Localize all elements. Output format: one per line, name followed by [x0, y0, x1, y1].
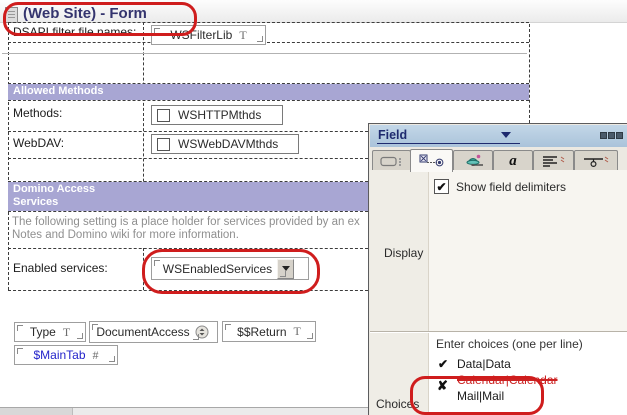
field-properties-infobox: Field — [368, 123, 627, 415]
alignment-lines-icon — [541, 155, 567, 168]
table-border — [8, 158, 368, 159]
table-border — [8, 290, 368, 291]
field-delimiter-icon — [193, 334, 199, 340]
dsapi-filter-label: DSAPI filter file names: — [13, 25, 136, 39]
table-border — [8, 248, 368, 249]
description-text: The following setting is a place holder … — [12, 216, 367, 244]
choice-item-mail[interactable]: Mail|Mail — [457, 389, 504, 403]
table-border — [8, 211, 368, 212]
field-wsenabledservices[interactable]: WSEnabledServices — [151, 257, 309, 280]
field-type[interactable]: Type T — [14, 322, 86, 342]
methods-label: Methods: — [13, 106, 62, 120]
field-name: DocumentAccess — [96, 325, 189, 339]
choices-header: Enter choices (one per line) — [436, 337, 583, 351]
field-name: $$Return — [237, 325, 286, 339]
infobox-title[interactable]: Field — [378, 128, 407, 142]
title-underline — [377, 143, 520, 144]
tab-advanced[interactable] — [453, 150, 493, 171]
tab-paragraph-margins[interactable] — [574, 150, 618, 171]
tab-stop-icon — [582, 155, 610, 168]
field-name: WSWebDAVMthds — [178, 137, 278, 151]
control-icon — [419, 154, 445, 168]
field-delimiter-icon — [257, 36, 263, 42]
table-border — [8, 22, 9, 290]
field-delimiter-icon — [154, 28, 160, 34]
field-wsfilterlib[interactable]: WSFilterLib T — [151, 25, 266, 45]
checkbox-icon[interactable] — [157, 138, 170, 151]
field-return[interactable]: $$Return T — [222, 321, 316, 342]
field-delimiter-icon — [17, 325, 23, 331]
section-header-label: Allowed Methods — [13, 85, 103, 97]
checkbox-icon[interactable] — [157, 109, 170, 122]
field-name: WSFilterLib — [170, 28, 232, 42]
choices-section-label: Choices — [376, 397, 419, 411]
field-delimiter-icon — [307, 333, 313, 339]
horizontal-scrollbar[interactable] — [0, 407, 368, 415]
table-border — [8, 100, 529, 101]
form-tab-title[interactable]: (Web Site) - Form — [23, 5, 147, 22]
check-annotation: ✔ — [438, 357, 448, 371]
field-name: WSHTTPMthds — [178, 108, 261, 122]
table-border — [8, 131, 368, 132]
tab-paragraph-alignment[interactable] — [533, 150, 574, 171]
text-type-marker: T — [294, 324, 301, 339]
field-documentaccess[interactable]: DocumentAccess — [89, 321, 218, 343]
table-border — [143, 248, 144, 290]
field-delimiter-icon — [17, 348, 23, 354]
chevron-down-icon[interactable] — [501, 132, 511, 138]
field-wshttpmthds[interactable]: WSHTTPMthds — [151, 105, 283, 125]
choice-item-data[interactable]: Data|Data — [457, 357, 511, 371]
field-delimiter-icon — [92, 324, 98, 330]
text-type-marker: T — [63, 325, 70, 340]
choice-item-calendar[interactable]: Calendar|Calendar — [457, 373, 558, 387]
infobox-titlebar[interactable]: Field — [370, 125, 627, 147]
lamp-icon — [461, 154, 485, 168]
field-name: Type — [30, 325, 56, 339]
show-field-delimiters-checkbox[interactable]: ✔ — [434, 179, 449, 194]
enabled-services-label: Enabled services: — [13, 261, 108, 275]
field-box-icon — [380, 155, 404, 168]
table-border — [529, 24, 530, 123]
section-label-column — [370, 170, 429, 415]
checkmark-icon: ✔ — [436, 180, 446, 194]
section-header-domino-access-services: Domino Access Services — [8, 182, 370, 211]
number-type-marker: # — [93, 348, 99, 363]
scrollbar-thumb[interactable] — [0, 408, 73, 415]
section-header-label: Domino Access — [13, 183, 370, 196]
form-tab-icon — [5, 7, 18, 23]
field-name: WSEnabledServices — [163, 262, 272, 276]
domino-designer-form-editor: (Web Site) - Form DSAPI filter file name… — [0, 0, 627, 415]
field-delimiter-icon — [280, 271, 286, 277]
table-border — [8, 22, 529, 23]
infobox-content: Display ✔ Show field delimiters Choices … — [370, 170, 627, 415]
field-wswebdavmthds[interactable]: WSWebDAVMthds — [151, 134, 299, 154]
field-name: $MainTab — [33, 348, 85, 362]
tab-field-info[interactable] — [372, 150, 411, 171]
collapse-icon[interactable] — [600, 132, 623, 139]
field-maintab[interactable]: $MainTab # — [14, 345, 118, 365]
tab-control[interactable] — [410, 149, 453, 172]
table-border — [8, 42, 529, 43]
font-icon: a — [509, 155, 517, 168]
field-delimiter-icon — [109, 356, 115, 362]
field-delimiter-icon — [225, 324, 231, 330]
section-header-allowed-methods: Allowed Methods — [8, 84, 529, 100]
field-delimiter-icon — [154, 260, 160, 266]
text-type-marker: T — [239, 28, 246, 43]
section-header-label: Services — [13, 196, 370, 209]
tab-font[interactable]: a — [493, 150, 533, 171]
field-delimiter-icon — [77, 333, 83, 339]
horizontal-rule — [2, 53, 527, 54]
x-annotation: ✘ — [437, 378, 448, 394]
show-field-delimiters-label: Show field delimiters — [456, 180, 566, 194]
webdav-label: WebDAV: — [13, 136, 64, 150]
display-section-label: Display — [384, 246, 423, 260]
